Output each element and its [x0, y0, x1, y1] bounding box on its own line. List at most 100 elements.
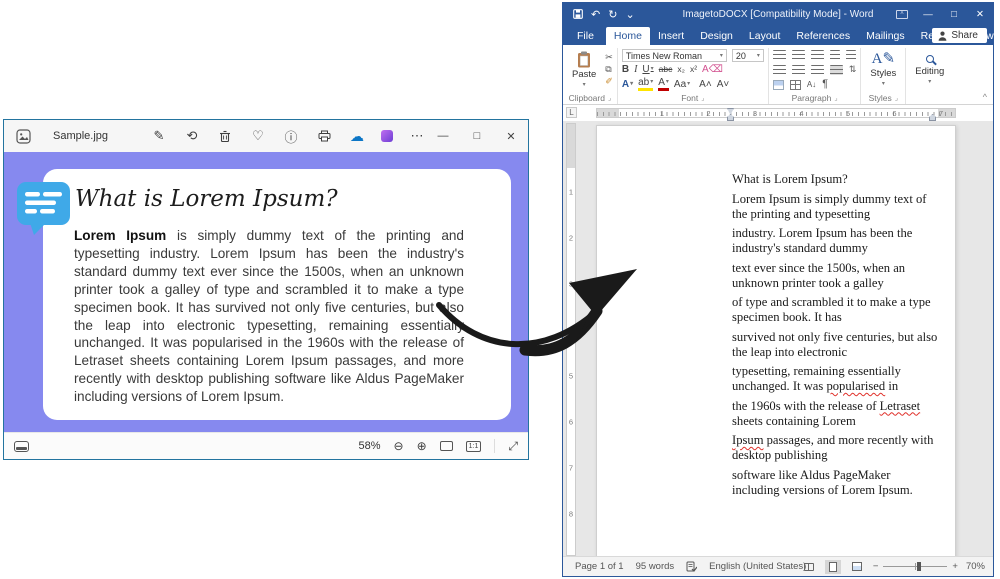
web-layout-icon[interactable] [849, 560, 865, 574]
fullscreen-icon[interactable]: ⤢ [508, 439, 518, 454]
minimize-button[interactable]: — [915, 3, 941, 25]
fit-to-window-icon[interactable] [440, 441, 453, 451]
tab-selector[interactable]: L [566, 107, 577, 118]
edit-image-icon[interactable]: ✎ [150, 127, 168, 145]
zoom-out-button[interactable]: − [873, 561, 879, 572]
maximize-button[interactable]: □ [460, 120, 494, 152]
customize-qat-icon[interactable]: ⌄ [625, 8, 634, 21]
borders-icon[interactable] [790, 80, 801, 90]
tab-references[interactable]: References [788, 27, 858, 45]
document-paragraph[interactable]: typesetting, remaining essentially uncha… [732, 364, 938, 394]
increase-indent-icon[interactable] [846, 50, 856, 60]
info-icon[interactable]: ⓘ [282, 127, 300, 145]
copy-icon[interactable]: ⧉ [605, 65, 613, 74]
read-mode-icon[interactable] [801, 560, 817, 574]
shrink-font-button[interactable]: A˅ [717, 79, 730, 90]
italic-button[interactable]: I [634, 64, 637, 75]
tab-home[interactable]: Home [606, 27, 650, 45]
superscript-button[interactable]: x² [690, 64, 697, 75]
document-page[interactable]: What is Lorem Ipsum? Lorem Ipsum is simp… [596, 125, 956, 556]
minimize-button[interactable]: — [426, 120, 460, 152]
filmstrip-toggle-icon[interactable] [14, 441, 29, 452]
document-paragraph[interactable]: industry. Lorem Ipsum has been the indus… [732, 226, 938, 256]
misspelled-word[interactable]: Ipsum [732, 433, 763, 447]
clear-formatting-icon[interactable]: A⌫ [702, 64, 723, 75]
bold-button[interactable]: B [622, 64, 629, 75]
tab-file[interactable]: File [565, 27, 606, 45]
dialog-launcher-icon[interactable]: ⌟ [608, 94, 611, 102]
cut-icon[interactable]: ✂ [605, 53, 613, 62]
document-paragraph[interactable]: Lorem Ipsum is simply dummy text of the … [732, 192, 938, 222]
delete-icon[interactable] [216, 127, 234, 145]
justify-icon[interactable] [830, 65, 843, 75]
zoom-in-icon[interactable]: ⊕ [417, 439, 427, 453]
document-paragraph[interactable]: the 1960s with the release of Letraset s… [732, 399, 938, 429]
maximize-button[interactable]: □ [941, 3, 967, 25]
close-button[interactable]: ✕ [967, 3, 993, 25]
document-paragraph[interactable]: of type and scrambled it to make a type … [732, 295, 938, 325]
zoom-in-button[interactable]: + [952, 561, 958, 572]
zoom-thumb[interactable] [917, 562, 921, 571]
clipchamp-icon[interactable] [381, 130, 393, 142]
subscript-button[interactable]: x₂ [677, 64, 685, 75]
dialog-launcher-icon[interactable]: ⌟ [895, 94, 898, 102]
document-paragraph[interactable]: survived not only five centuries, but al… [732, 330, 938, 360]
shading-icon[interactable] [773, 80, 784, 90]
decrease-indent-icon[interactable] [830, 50, 840, 60]
document-heading[interactable]: What is Lorem Ipsum? [732, 172, 938, 187]
collapse-ribbon-icon[interactable]: ^ [983, 92, 987, 102]
ribbon-display-options-icon[interactable]: ˄ [889, 3, 915, 25]
misspelled-word[interactable]: Letraset [880, 399, 921, 413]
align-right-icon[interactable] [811, 65, 824, 75]
close-button[interactable]: ✕ [494, 120, 528, 152]
zoom-out-icon[interactable]: ⊖ [394, 439, 404, 453]
undo-icon[interactable]: ↶ [591, 8, 600, 21]
dialog-launcher-icon[interactable]: ⌟ [701, 94, 704, 102]
zoom-track[interactable] [883, 566, 947, 567]
favorite-icon[interactable]: ♡ [249, 127, 267, 145]
misspelled-word[interactable]: popularised [826, 379, 885, 393]
tab-mailings[interactable]: Mailings [858, 27, 913, 45]
document-text[interactable]: What is Lorem Ipsum? Lorem Ipsum is simp… [732, 172, 938, 502]
underline-button[interactable]: U▾ [642, 64, 653, 75]
text-effects-button[interactable]: A▾ [622, 79, 633, 90]
align-center-icon[interactable] [792, 65, 805, 75]
document-paragraph[interactable]: Ipsum passages, and more recently with d… [732, 433, 938, 463]
photo-canvas[interactable]: What is Lorem Ipsum? Lorem Ipsum is simp… [4, 152, 528, 432]
font-size-combobox[interactable]: 20▾ [732, 49, 764, 62]
onedrive-icon[interactable]: ☁ [348, 127, 366, 145]
dialog-launcher-icon[interactable]: ⌟ [834, 94, 837, 102]
share-button[interactable]: Share [932, 28, 987, 43]
document-paragraph[interactable]: text ever since the 1500s, when an unkno… [732, 261, 938, 291]
bullets-icon[interactable] [773, 50, 786, 60]
print-layout-icon[interactable] [825, 560, 841, 574]
zoom-percentage[interactable]: 70% [966, 561, 985, 572]
sort-icon[interactable]: A↓ [807, 80, 816, 89]
align-left-icon[interactable] [773, 65, 786, 75]
font-name-combobox[interactable]: Times New Roman▾ [622, 49, 727, 62]
save-icon[interactable] [573, 9, 583, 19]
multilevel-list-icon[interactable] [811, 50, 824, 60]
format-painter-icon[interactable]: ✐ [605, 77, 613, 86]
document-paragraph[interactable]: software like Aldus PageMaker including … [732, 468, 938, 498]
text-highlight-button[interactable]: ab▾ [638, 77, 653, 91]
tab-layout[interactable]: Layout [741, 27, 789, 45]
line-spacing-icon[interactable]: ⇅ [849, 65, 857, 74]
strikethrough-button[interactable]: abc [659, 64, 673, 75]
language-indicator[interactable]: English (United States) [709, 561, 806, 572]
font-color-button[interactable]: A▾ [658, 77, 669, 91]
word-count[interactable]: 95 words [636, 561, 675, 572]
actual-size-icon[interactable]: 1:1 [466, 441, 482, 452]
proofing-icon[interactable] [686, 561, 697, 572]
rotate-icon[interactable]: ⟲ [183, 127, 201, 145]
tab-design[interactable]: Design [692, 27, 741, 45]
paste-button[interactable]: Paste ▾ [567, 48, 601, 91]
numbering-icon[interactable] [792, 50, 805, 60]
redo-icon[interactable]: ↻ [608, 8, 617, 21]
editing-button[interactable]: Editing ▾ [910, 48, 949, 91]
show-formatting-marks-icon[interactable]: ¶ [822, 80, 828, 89]
more-options-icon[interactable]: ⋯ [408, 127, 426, 145]
tab-insert[interactable]: Insert [650, 27, 692, 45]
grow-font-button[interactable]: A˄ [699, 79, 712, 90]
styles-button[interactable]: A✎ Styles ▾ [865, 48, 901, 91]
